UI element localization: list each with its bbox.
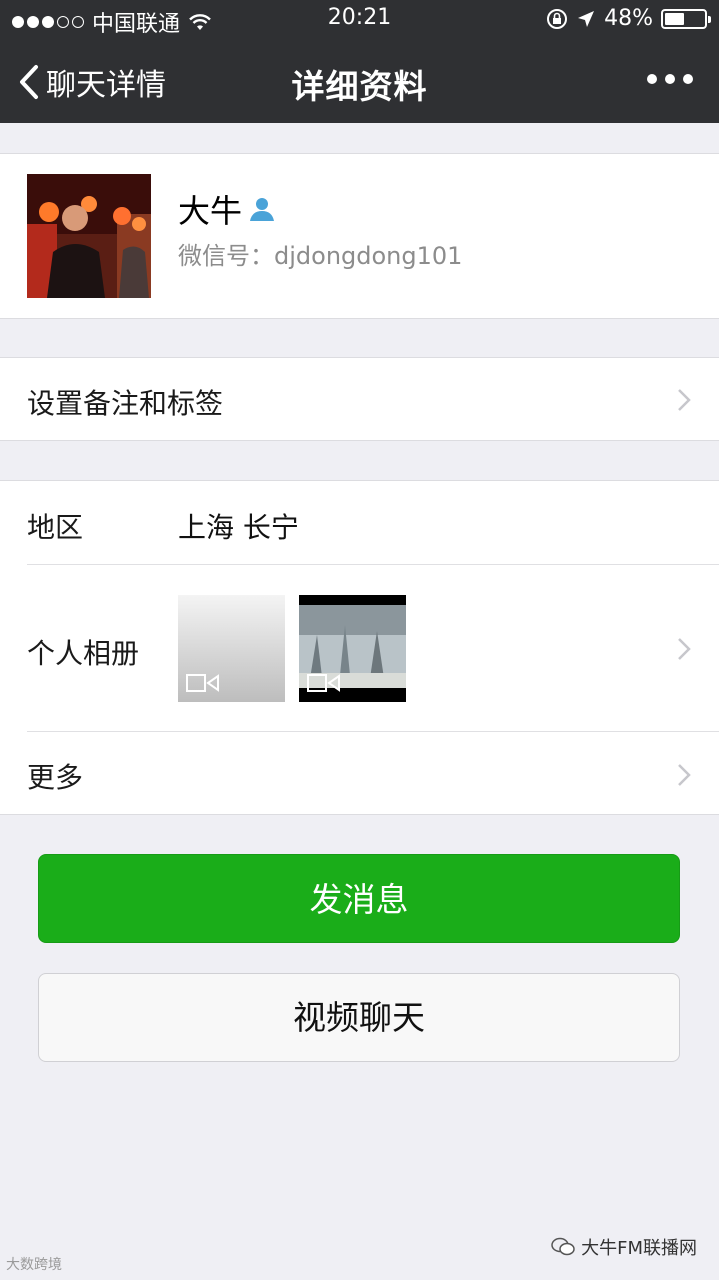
chevron-right-icon bbox=[678, 764, 691, 786]
watermark-right: 大牛FM联播网 bbox=[551, 1234, 697, 1260]
divider bbox=[27, 564, 719, 565]
info-section: 地区 上海 长宁 个人相册 更多 bbox=[0, 480, 719, 815]
watermark-left: 大数跨境 bbox=[6, 1254, 62, 1274]
location-arrow-icon bbox=[578, 10, 595, 27]
album-thumbnail-video[interactable] bbox=[299, 595, 406, 702]
watermark-right-text: 大牛FM联播网 bbox=[581, 1238, 697, 1259]
divider bbox=[27, 731, 719, 732]
profile-name: 大牛 bbox=[178, 186, 276, 232]
wechat-id: 微信号：djdongdong101 bbox=[178, 242, 463, 270]
send-message-button[interactable]: 发消息 bbox=[38, 854, 680, 943]
profile-card: 大牛 微信号：djdongdong101 bbox=[0, 153, 719, 319]
set-remark-label: 设置备注和标签 bbox=[27, 387, 224, 420]
status-right: 48% bbox=[546, 6, 711, 31]
male-icon bbox=[250, 198, 275, 221]
region-value: 上海 长宁 bbox=[178, 511, 299, 544]
video-chat-button[interactable]: 视频聊天 bbox=[38, 973, 680, 1062]
chevron-right-icon bbox=[678, 389, 691, 411]
battery-percent: 48% bbox=[604, 6, 653, 31]
watermark-left-text: 大数跨境 bbox=[6, 1257, 62, 1273]
battery-icon bbox=[661, 8, 711, 29]
chevron-right-icon bbox=[678, 638, 691, 660]
status-bar: 中国联通 20:21 48% bbox=[0, 0, 719, 40]
page-title: 详细资料 bbox=[291, 67, 428, 106]
navigation-bar: 聊天详情 详细资料 bbox=[0, 40, 719, 123]
album-label: 个人相册 bbox=[27, 637, 140, 670]
more-label: 更多 bbox=[27, 761, 84, 794]
region-label: 地区 bbox=[27, 511, 84, 544]
wechat-logo-icon bbox=[551, 1237, 575, 1256]
more-options-icon[interactable] bbox=[647, 74, 693, 84]
rotation-lock-icon bbox=[547, 8, 568, 29]
set-remark-row[interactable]: 设置备注和标签 bbox=[0, 357, 719, 441]
avatar[interactable] bbox=[27, 174, 151, 298]
album-thumbnail-video[interactable] bbox=[178, 595, 285, 702]
name-text: 大牛 bbox=[178, 192, 243, 230]
